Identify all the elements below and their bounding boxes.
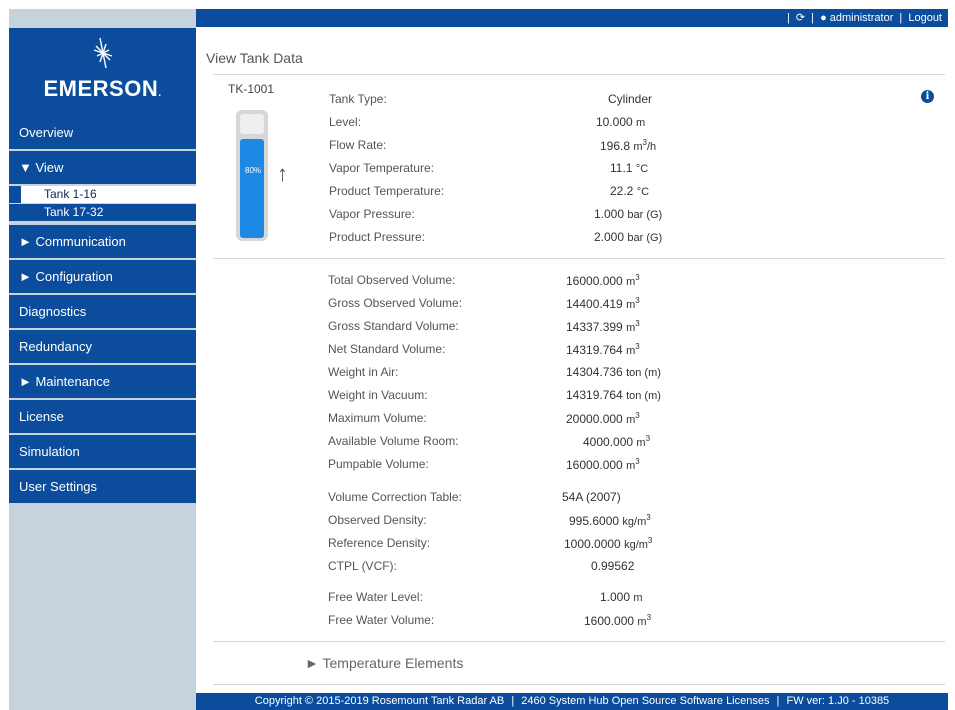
divider [213,74,945,75]
volume-label: Volume Correction Table: [328,490,462,504]
prop-value: 196.8 m3/h [600,138,657,153]
user-name[interactable]: administrator [830,12,894,24]
separator: | [786,12,790,24]
prop-label: Vapor Temperature: [329,161,434,175]
volume-value: 16000.000 m3 [566,457,640,472]
volume-label: Observed Density: [328,513,427,527]
prop-label: Level: [329,115,362,129]
footer: Copyright © 2015-2019 Rosemount Tank Rad… [196,693,948,710]
tank-level-graphic: 80% [236,110,268,241]
nav-license[interactable]: License [9,400,196,433]
nav-communication[interactable]: ► Communication [9,225,196,258]
firmware-version: FW ver: 1.J0 - 10385 [786,695,890,707]
nav-tank-17-32[interactable]: Tank 17-32 [9,204,196,221]
page-title: View Tank Data [206,50,303,66]
volume-label: Gross Observed Volume: [328,296,463,310]
volume-value: 54A (2007) [562,490,621,504]
volume-label: Pumpable Volume: [328,457,429,471]
separator: | [811,12,814,24]
volume-label: Free Water Volume: [328,613,435,627]
volume-value: 14304.736 ton (m) [566,365,661,379]
volume-value: 20000.000 m3 [566,411,640,426]
volume-value: 16000.000 m3 [566,273,640,288]
nav-diagnostics[interactable]: Diagnostics [9,295,196,328]
volume-label: CTPL (VCF): [328,559,397,573]
nav-menu: Overview ▼ View Tank 1-16 Tank 17-32 ► C… [9,116,196,505]
logo: EMERSON. [9,28,196,116]
separator: | [776,695,780,707]
volume-label: Weight in Air: [328,365,399,379]
nav-redundancy[interactable]: Redundancy [9,330,196,363]
prop-value: 10.000 m [596,115,646,129]
sidebar: EMERSON. Overview ▼ View Tank 1-16 Tank … [9,9,196,710]
temperature-elements-toggle[interactable]: ► Temperature Elements [305,655,463,671]
nav-configuration[interactable]: ► Configuration [9,260,196,293]
prop-value: 1.000 bar (G) [594,207,663,221]
nav-overview[interactable]: Overview [9,116,196,149]
main-content: View Tank Data TK-1001 i 80% ↑ Tank Type… [196,27,948,692]
nav-maintenance[interactable]: ► Maintenance [9,365,196,398]
volume-label: Gross Standard Volume: [328,319,459,333]
prop-label: Flow Rate: [329,138,387,152]
copyright-text: Copyright © 2015-2019 Rosemount Tank Rad… [254,695,505,707]
volume-value: 4000.000 m3 [583,434,651,449]
top-bar: | ⟳ | ● administrator | Logout [196,9,948,27]
volume-label: Free Water Level: [328,590,423,604]
prop-label: Tank Type: [329,92,387,106]
refresh-icon[interactable]: ⟳ [796,12,805,24]
user-icon: ● [820,12,827,24]
prop-label: Product Temperature: [329,184,445,198]
nav-user-settings[interactable]: User Settings [9,470,196,503]
tank-id: TK-1001 [228,82,275,96]
volume-value: 995.6000 kg/m3 [569,513,651,528]
nav-simulation[interactable]: Simulation [9,435,196,468]
arrow-up-icon: ↑ [277,161,288,186]
volume-value: 0.99562 [591,559,635,573]
volume-value: 14337.399 m3 [566,319,640,334]
nav-view[interactable]: ▼ View [9,151,196,184]
prop-value: Cylinder [608,92,653,106]
prop-value: 11.1 °C [610,161,649,175]
nav-tank-1-16[interactable]: Tank 1-16 [9,186,196,203]
volume-value: 14319.764 ton (m) [566,388,661,402]
volume-value: 1600.000 m3 [584,613,652,628]
logout-link[interactable]: Logout [908,12,942,24]
tank-empty-space [240,114,264,134]
prop-label: Product Pressure: [329,230,426,244]
volume-value: 14400.419 m3 [566,296,640,311]
brand-name: EMERSON. [43,76,162,101]
separator: | [511,695,515,707]
tank-level-percent: 80% [245,166,262,175]
prop-value: 22.2 °C [610,184,650,198]
tank-fill: 80% [240,139,264,238]
licenses-link[interactable]: 2460 System Hub Open Source Software Lic… [521,695,769,707]
volume-label: Reference Density: [328,536,431,550]
prop-label: Vapor Pressure: [329,207,415,221]
divider [213,641,945,642]
volume-value: 14319.764 m3 [566,342,640,357]
volume-label: Maximum Volume: [328,411,427,425]
volume-label: Weight in Vacuum: [328,388,428,402]
volume-value: 1000.0000 kg/m3 [564,536,653,551]
info-icon[interactable]: i [921,90,934,103]
prop-value: 2.000 bar (G) [594,230,663,244]
separator: | [899,12,903,24]
divider [213,258,945,259]
emerson-logo-mark [93,37,113,69]
divider [213,684,945,685]
volume-label: Total Observed Volume: [328,273,456,287]
volume-label: Net Standard Volume: [328,342,446,356]
volume-value: 1.000 m [600,590,643,604]
volume-label: Available Volume Room: [328,434,459,448]
